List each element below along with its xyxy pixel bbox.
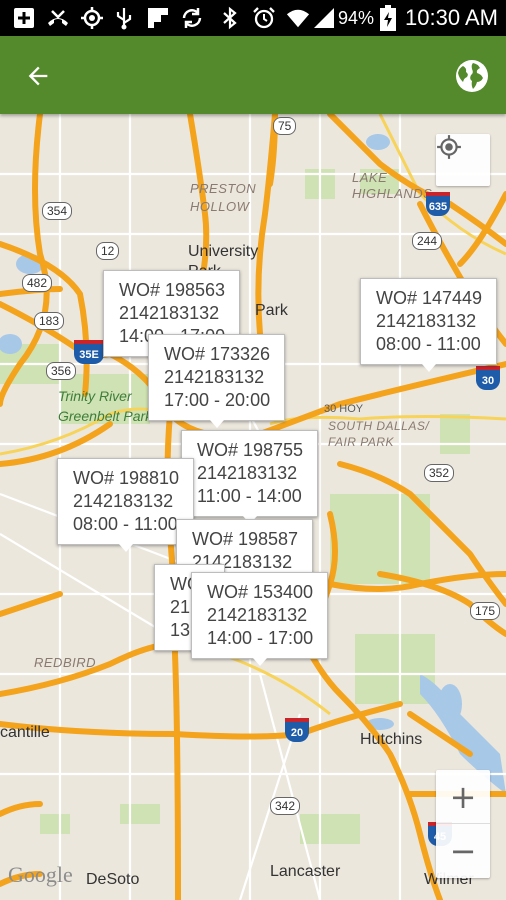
arrow-back-icon xyxy=(28,66,48,86)
work-order-number: WO# 153400 xyxy=(207,582,314,602)
work-order-marker[interactable]: WO# 173326 2142183132 17:00 - 20:00 xyxy=(148,334,286,428)
work-order-phone: 2142183132 xyxy=(197,463,298,483)
map-label-route-30: 30 HOY xyxy=(324,403,364,415)
globe-button[interactable] xyxy=(452,56,492,96)
map-view[interactable]: PRESTON HOLLOW University Park Park LAKE… xyxy=(0,114,506,900)
route-shield-12: 12 xyxy=(96,242,120,260)
signal-icon xyxy=(312,6,336,30)
sync-icon xyxy=(180,6,204,30)
work-order-time: 11:00 - 14:00 xyxy=(197,486,302,506)
work-order-time: 14:00 - 17:00 xyxy=(207,628,314,648)
route-shield-352: 352 xyxy=(424,464,455,482)
work-order-time: 17:00 - 20:00 xyxy=(164,390,271,410)
battery-percent: 94% xyxy=(338,8,375,28)
flipboard-icon xyxy=(146,6,170,30)
work-order-number: WO# 147449 xyxy=(376,288,483,308)
route-shield-342: 342 xyxy=(270,797,301,815)
route-shield-356: 356 xyxy=(46,362,77,380)
route-shield-75: 75 xyxy=(273,117,297,135)
work-order-phone: 2142183132 xyxy=(73,491,174,511)
gps-icon xyxy=(80,6,104,30)
work-order-marker[interactable]: WO# 147449 2142183132 08:00 - 11:00 xyxy=(360,278,498,372)
map-label-redbird: REDBIRD xyxy=(34,655,97,670)
map-label-preston-hollow: PRESTON HOLLOW xyxy=(190,181,257,214)
route-shield-183: 183 xyxy=(34,312,65,330)
work-order-number: WO# 173326 xyxy=(164,344,271,364)
bluetooth-icon xyxy=(218,6,242,30)
map-label-park: Park xyxy=(255,302,288,319)
interstate-shield-35e: 35E xyxy=(74,340,104,364)
google-logo: Google xyxy=(8,862,73,887)
work-order-time: 08:00 - 11:00 xyxy=(376,334,481,354)
work-order-marker[interactable]: WO# 153400 2142183132 14:00 - 17:00 xyxy=(191,572,329,666)
map-label-trinity-river: Trinity River Greenbelt Park xyxy=(58,388,153,424)
work-order-phone: 2142183132 xyxy=(119,303,220,323)
work-order-number: WO# 198587 xyxy=(192,529,299,549)
work-order-marker[interactable]: WO# 198755 2142183132 11:00 - 14:00 xyxy=(181,430,319,524)
interstate-shield-20: 20 xyxy=(285,718,309,742)
alarm-icon xyxy=(252,6,276,30)
usb-icon xyxy=(112,6,136,30)
route-shield-244: 244 xyxy=(412,232,443,250)
back-button[interactable] xyxy=(18,56,58,96)
work-order-number: WO# 198810 xyxy=(73,468,180,488)
battery-charging-icon xyxy=(376,5,400,31)
work-order-phone: 2142183132 xyxy=(164,367,265,387)
map-label-south-dallas: SOUTH DALLAS/ FAIR PARK xyxy=(328,419,430,449)
map-label-lake-highlands: LAKE HIGHLANDS xyxy=(352,170,433,201)
route-shield-354: 354 xyxy=(42,202,73,220)
wifi-icon xyxy=(286,6,310,30)
work-order-number: WO# 198755 xyxy=(197,440,304,460)
globe-icon xyxy=(456,60,488,92)
map-label-hutchins: Hutchins xyxy=(360,731,423,748)
interstate-shield-635: 635 xyxy=(426,192,450,216)
route-shield-482: 482 xyxy=(22,274,53,292)
interstate-shield-30: 30 xyxy=(476,366,500,390)
map-label-lancaster: Lancaster xyxy=(270,863,341,880)
status-bar: 94% 10:30 AM xyxy=(0,0,506,36)
map-label-desoto: DeSoto xyxy=(86,871,140,888)
route-shield-175: 175 xyxy=(470,602,501,620)
clock: 10:30 AM xyxy=(405,5,498,30)
app-bar xyxy=(0,36,506,114)
zoom-out-button[interactable]: − xyxy=(436,824,490,877)
zoom-controls: + − xyxy=(436,770,490,878)
work-order-phone: 2142183132 xyxy=(376,311,477,331)
my-location-button[interactable] xyxy=(436,134,490,186)
work-order-number: WO# 198563 xyxy=(119,280,226,300)
work-order-time: 08:00 - 11:00 xyxy=(73,514,178,534)
missed-call-icon xyxy=(46,6,70,30)
zoom-in-button[interactable]: + xyxy=(436,770,490,824)
my-location-icon xyxy=(437,135,461,159)
work-order-marker[interactable]: WO# 198810 2142183132 08:00 - 11:00 xyxy=(57,458,195,552)
add-box-icon xyxy=(12,6,36,30)
work-order-phone: 2142183132 xyxy=(207,605,308,625)
map-label-cedar-hill: cantille xyxy=(0,724,50,741)
